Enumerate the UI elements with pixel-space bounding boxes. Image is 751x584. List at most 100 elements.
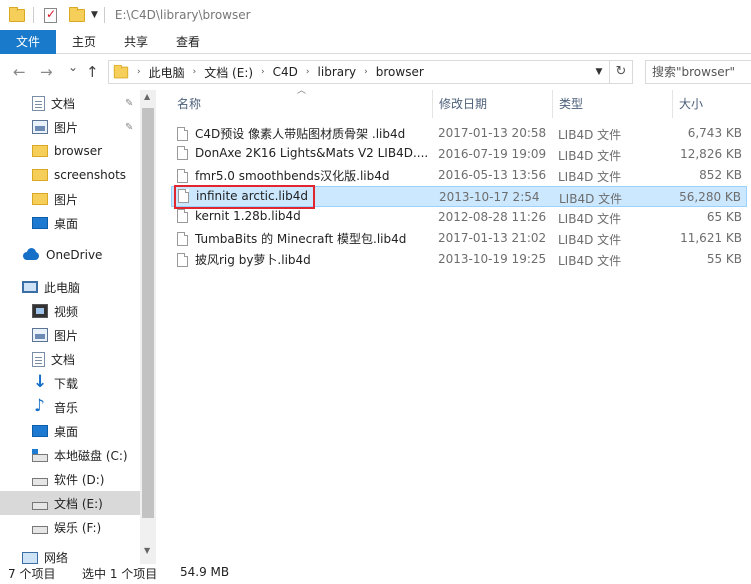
sidebar-item[interactable]: 文档 (E:): [0, 491, 140, 515]
breadcrumb-chevron-icon[interactable]: ›: [306, 67, 310, 77]
sidebar-item[interactable]: 软件 (D:): [0, 467, 140, 491]
sidebar-item-label: 文档: [51, 96, 76, 111]
breadcrumb-chevron-icon[interactable]: ›: [193, 67, 197, 77]
file-date: 2017-01-13 20:58: [438, 126, 547, 140]
sidebar-item-label: 图片: [54, 192, 79, 207]
sidebar-item[interactable]: 图片: [0, 323, 140, 347]
sidebar-item[interactable]: 桌面: [0, 211, 140, 235]
file-type: LIB4D 文件: [558, 149, 622, 163]
file-date: 2013-10-19 19:25: [438, 252, 547, 266]
sidebar-item[interactable]: 视频: [0, 299, 140, 323]
table-row[interactable]: C4D预设 像素人带贴图材质骨架 .lib4d 2017-01-13 20:58 L…: [171, 123, 747, 144]
file-name-cell: 披风rig by萝卜.lib4d: [177, 251, 432, 268]
table-row[interactable]: 披风rig by萝卜.lib4d 2013-10-19 19:25 LIB4D 文件…: [171, 249, 747, 270]
recent-locations-chevron-icon[interactable]: ⌄: [68, 60, 78, 74]
sidebar-item[interactable]: 网络: [0, 545, 140, 564]
breadcrumb-chevron-icon[interactable]: ›: [364, 67, 368, 77]
scroll-down-icon[interactable]: ▼: [144, 546, 150, 555]
tab-view[interactable]: 查看: [162, 30, 214, 54]
sidebar-item[interactable]: 图片 ✎: [0, 115, 140, 139]
sidebar-item[interactable]: 下载: [0, 371, 140, 395]
item-count: 7 个项目: [8, 567, 56, 581]
file-size: 65 KB: [706, 210, 742, 224]
sidebar-item[interactable]: screenshots: [0, 163, 140, 187]
sidebar-item[interactable]: 图片: [0, 187, 140, 211]
sidebar-item-label: 软件 (D:): [54, 472, 105, 487]
sidebar-item[interactable]: 文档: [0, 347, 140, 371]
column-header-date[interactable]: 修改日期: [433, 90, 553, 118]
table-row[interactable]: DonAxe 2K16 Lights&Mats V2 LIB4D.... 2016…: [171, 144, 747, 165]
table-row[interactable]: infinite arctic.lib4d 2013-10-17 2:54 LIB4…: [171, 186, 747, 207]
file-name-cell: kernit 1.28b.lib4d: [177, 209, 432, 223]
navigation-pane-scrollbar[interactable]: ▲ ▼: [140, 90, 155, 564]
download-icon: [32, 372, 48, 392]
file-size: 12,826 KB: [680, 147, 742, 161]
quick-access-divider: [33, 7, 34, 23]
quick-access-divider: [103, 7, 105, 23]
file-name: TumbaBits 的 Minecraft 模型包.lib4d: [195, 232, 407, 246]
pin-icon[interactable]: ✎: [125, 122, 133, 133]
sidebar-item-label: 下载: [54, 376, 79, 391]
tab-home[interactable]: 主页: [58, 30, 110, 54]
file-date: 2016-05-13 13:56: [438, 168, 547, 182]
column-header-name[interactable]: 名称: [171, 90, 433, 118]
file-size: 6,743 KB: [687, 126, 742, 140]
file-list: ︿ 名称 修改日期 类型 大小 C4D预设 像素人带贴图材质骨架 .lib4d 2…: [157, 86, 751, 564]
sidebar-item-label: 图片: [54, 120, 79, 135]
pin-icon[interactable]: ✎: [125, 98, 133, 109]
address-bar[interactable]: › 此电脑 › 文档 (E:) › C4D › library › browse…: [108, 60, 610, 84]
column-header-type[interactable]: 类型: [553, 90, 673, 118]
table-row[interactable]: TumbaBits 的 Minecraft 模型包.lib4d 2017-01-1…: [171, 228, 747, 249]
sidebar-item-label: 本地磁盘 (C:): [54, 448, 128, 463]
music-icon: [32, 396, 48, 416]
table-row[interactable]: fmr5.0 smoothbends汉化版.lib4d 2016-05-13 13…: [171, 165, 747, 186]
file-icon: [178, 189, 189, 203]
sidebar-item[interactable]: 此电脑: [0, 275, 140, 299]
breadcrumb-browser[interactable]: browser: [376, 65, 424, 79]
tab-share[interactable]: 共享: [110, 30, 162, 54]
file-name: DonAxe 2K16 Lights&Mats V2 LIB4D....: [195, 146, 429, 160]
window-title: E:\C4D\library\browser: [114, 8, 251, 22]
drive-icon: [32, 501, 48, 510]
file-name: 披风rig by萝卜.lib4d: [195, 253, 311, 267]
address-history-chevron-icon[interactable]: ▼: [589, 61, 609, 83]
sidebar-item-label: 文档 (E:): [54, 496, 103, 511]
properties-icon[interactable]: [44, 7, 57, 23]
sidebar-item[interactable]: 音乐: [0, 395, 140, 419]
selection-count: 选中 1 个项目: [82, 567, 158, 581]
sidebar-item-label: 音乐: [54, 400, 79, 415]
tab-file[interactable]: 文件: [0, 30, 56, 54]
sidebar-item-label: OneDrive: [46, 248, 103, 262]
file-date: 2017-01-13 21:02: [438, 231, 547, 245]
column-header-size[interactable]: 大小: [673, 90, 747, 118]
back-arrow-icon[interactable]: ←: [13, 63, 26, 81]
breadcrumb-chevron-icon[interactable]: ›: [261, 67, 265, 77]
forward-arrow-icon[interactable]: →: [40, 63, 53, 81]
sidebar-item[interactable]: browser: [0, 139, 140, 163]
breadcrumb-c4d[interactable]: C4D: [273, 65, 298, 79]
scrollbar-thumb[interactable]: [142, 108, 154, 518]
breadcrumb-drive-e[interactable]: 文档 (E:): [204, 64, 253, 81]
search-input[interactable]: [645, 60, 751, 84]
refresh-button[interactable]: ↻: [610, 60, 633, 84]
customize-quick-access-chevron-icon[interactable]: ▼: [91, 10, 98, 20]
file-type: LIB4D 文件: [558, 170, 622, 184]
file-icon: [177, 209, 188, 223]
title-bar: ▼ E:\C4D\library\browser: [0, 0, 751, 30]
up-arrow-icon[interactable]: ↑: [86, 63, 99, 81]
sidebar-item[interactable]: 桌面: [0, 419, 140, 443]
new-folder-icon[interactable]: [69, 6, 85, 22]
folder-icon: [32, 145, 48, 157]
sidebar-item[interactable]: 文档 ✎: [0, 91, 140, 115]
sidebar-item[interactable]: 本地磁盘 (C:): [0, 443, 140, 467]
scroll-up-icon[interactable]: ▲: [144, 92, 150, 101]
sidebar-item-label: 桌面: [54, 216, 79, 231]
sidebar-item[interactable]: 娱乐 (F:): [0, 515, 140, 539]
sidebar-item[interactable]: OneDrive: [0, 243, 140, 267]
breadcrumb-chevron-icon[interactable]: ›: [137, 67, 141, 77]
system-drive-icon: [32, 448, 48, 462]
breadcrumb-this-pc[interactable]: 此电脑: [149, 64, 185, 81]
breadcrumb-library[interactable]: library: [318, 65, 357, 79]
table-row[interactable]: kernit 1.28b.lib4d 2012-08-28 11:26 LIB4D …: [171, 207, 747, 228]
file-name: infinite arctic.lib4d: [196, 189, 308, 203]
